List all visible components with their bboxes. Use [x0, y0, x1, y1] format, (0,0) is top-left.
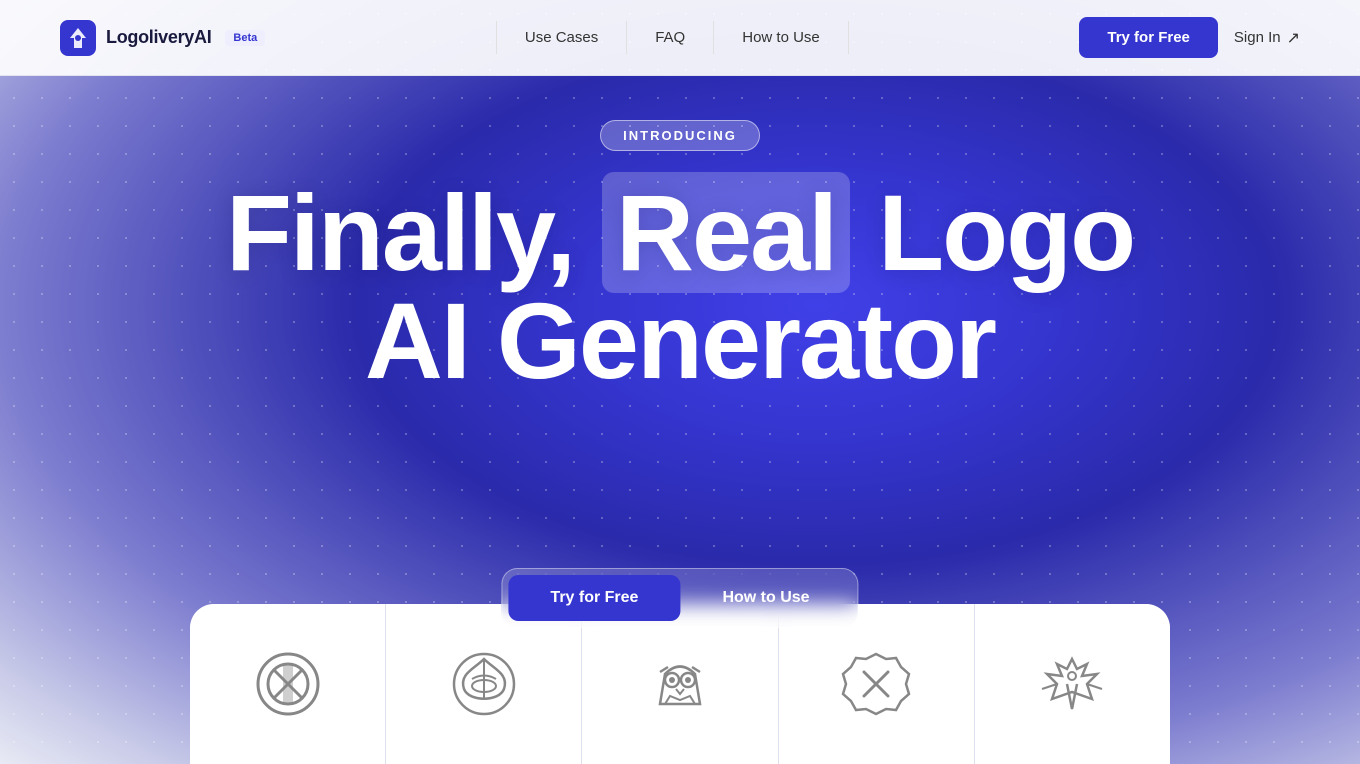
badge-x-icon [836, 644, 916, 724]
nav-actions: Try for Free Sign In ↗ [1079, 17, 1300, 58]
nav-link-how-to-use[interactable]: How to Use [714, 21, 849, 54]
cta-area: Try for Free How to Use [501, 568, 858, 628]
nav-links: Use Cases FAQ How to Use [496, 21, 849, 54]
hero-background: LogoliveryAI Beta Use Cases FAQ How to U… [0, 0, 1360, 764]
logo-area: LogoliveryAI Beta [60, 20, 265, 56]
sign-in-arrow-icon: ↗ [1287, 28, 1300, 48]
introducing-badge: INTRODUCING [600, 120, 760, 151]
logo-card-1 [190, 604, 386, 764]
navbar: LogoliveryAI Beta Use Cases FAQ How to U… [0, 0, 1360, 76]
ship-compass-icon [444, 644, 524, 724]
sign-in-link[interactable]: Sign In ↗ [1234, 28, 1300, 48]
hero-title-prefix: Finally, [226, 172, 602, 293]
hero-title-suffix: Logo [850, 172, 1134, 293]
hero-title-line2: AI Generator [365, 287, 995, 395]
eagle-icon [1032, 644, 1112, 724]
nav-link-use-cases[interactable]: Use Cases [496, 21, 627, 54]
sign-in-label: Sign In [1234, 29, 1281, 46]
beta-badge: Beta [225, 30, 265, 46]
abstract-circles-icon [248, 644, 328, 724]
logo-card-5 [975, 604, 1170, 764]
logo-card-3 [582, 604, 778, 764]
logo-card-2 [386, 604, 582, 764]
cta-how-to-use-button[interactable]: How to Use [680, 575, 851, 621]
hero-title-highlight: Real [602, 172, 850, 293]
logo-strip [190, 604, 1170, 764]
logo-card-4 [779, 604, 975, 764]
logo-icon [60, 20, 96, 56]
nav-link-faq[interactable]: FAQ [627, 21, 714, 54]
owl-icon [640, 644, 720, 724]
hero-content: INTRODUCING Finally, Real Logo AI Genera… [0, 120, 1360, 395]
logo-text: LogoliveryAI [106, 27, 211, 48]
nav-try-free-button[interactable]: Try for Free [1079, 17, 1218, 58]
cta-try-free-button[interactable]: Try for Free [508, 575, 680, 621]
hero-title-line1: Finally, Real Logo [226, 179, 1134, 287]
